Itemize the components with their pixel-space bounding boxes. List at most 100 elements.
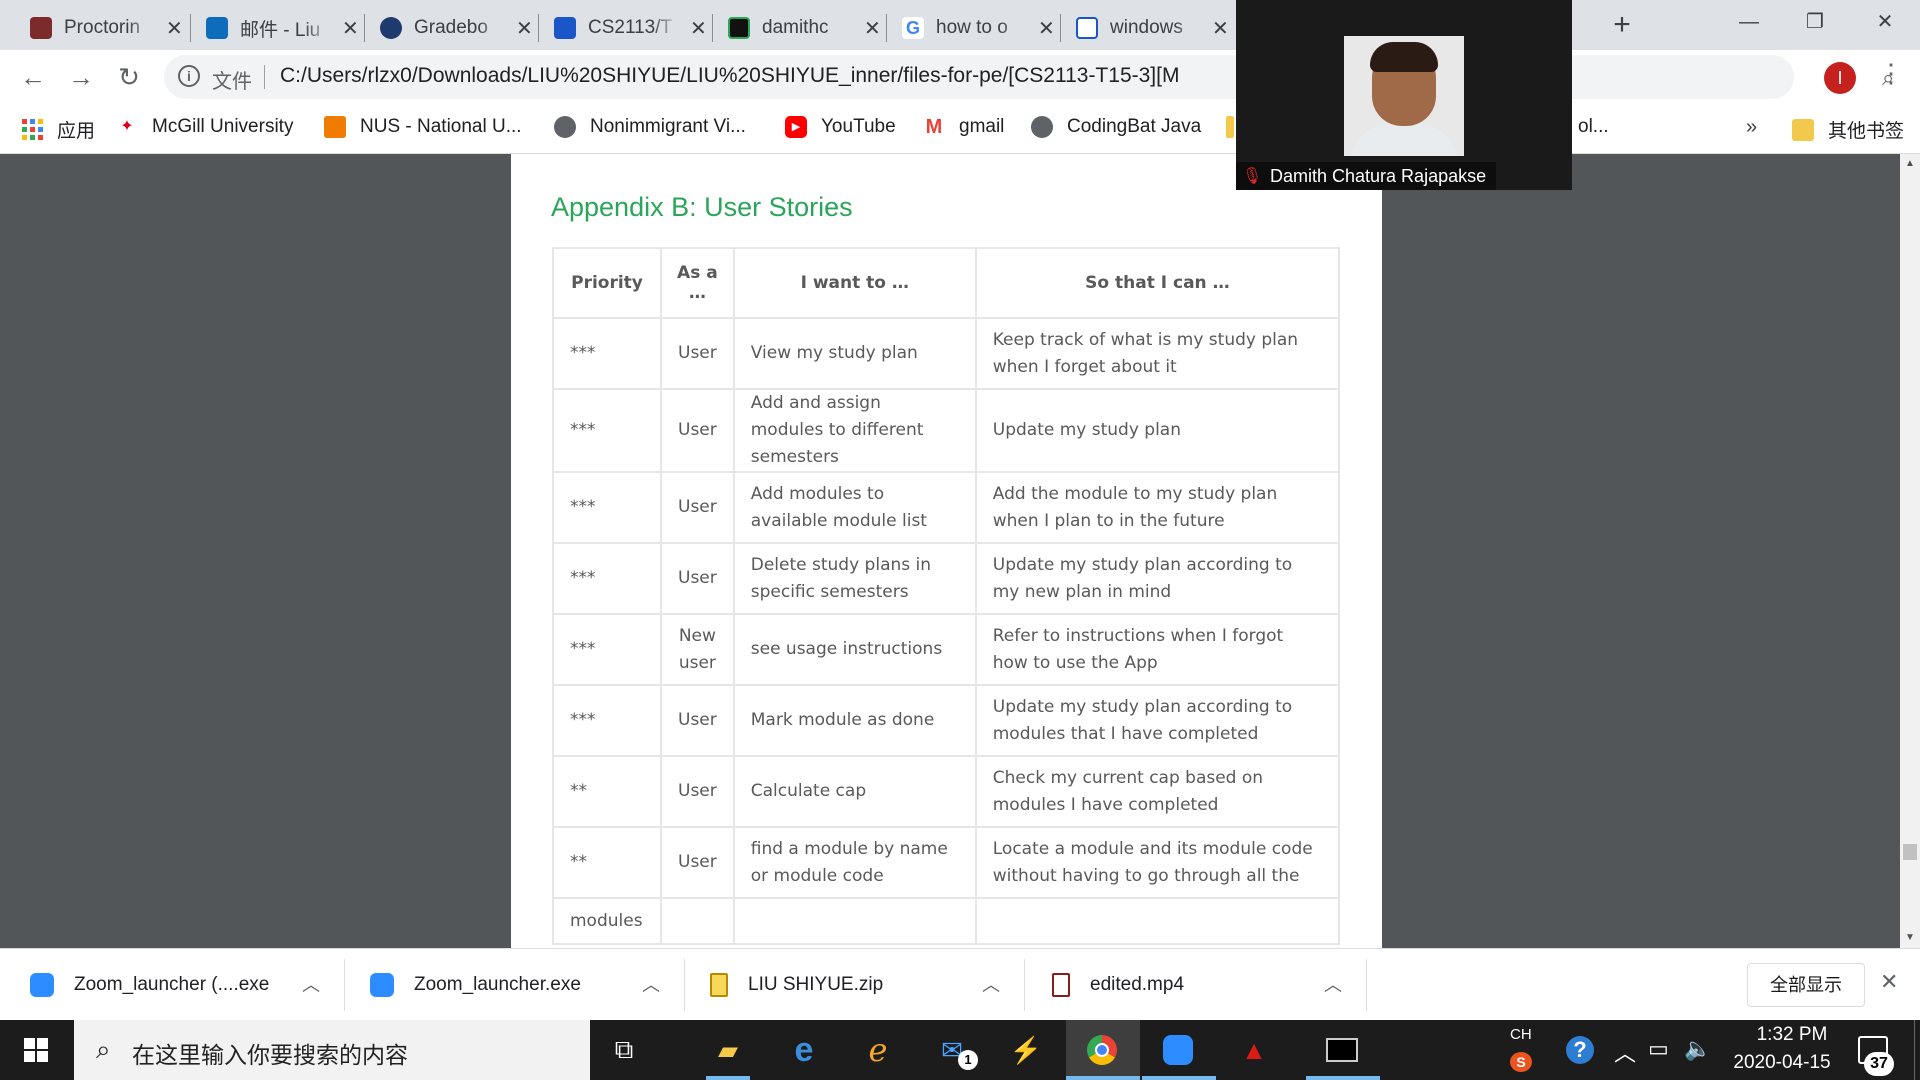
close-icon[interactable]: ✕ — [516, 16, 533, 41]
kebab-menu-icon[interactable]: ⋮ — [1878, 58, 1904, 89]
youtube-icon: ▶ — [785, 116, 807, 138]
priority-cell: ** — [552, 826, 662, 899]
show-all-downloads-button[interactable]: 全部显示 — [1747, 963, 1865, 1007]
bookmark-youtube[interactable]: ▶ YouTube — [785, 116, 896, 138]
chevron-up-icon[interactable]: ︿ — [982, 971, 1000, 997]
window-close-button[interactable]: ✕ — [1852, 0, 1918, 44]
notification-count: 37 — [1864, 1052, 1894, 1076]
clock-date[interactable]: 2020-04-15 — [1722, 1052, 1842, 1074]
graduation-cap-icon — [554, 17, 576, 39]
angular-icon[interactable]: ▲ — [1234, 1030, 1274, 1070]
bookmark-codingbat[interactable]: CodingBat Java — [1031, 116, 1201, 138]
benefit-cell: Add the module to my study plan when I p… — [974, 471, 1341, 544]
tab-divider — [364, 14, 365, 42]
start-button[interactable] — [0, 1020, 72, 1080]
close-icon[interactable]: ✕ — [690, 16, 707, 41]
volume-icon[interactable]: 🔈 — [1684, 1036, 1711, 1062]
visual-studio-icon[interactable]: ⚡ — [1006, 1030, 1046, 1070]
terminal-icon[interactable] — [1322, 1030, 1362, 1070]
close-icon[interactable]: ✕ — [342, 16, 359, 41]
priority-cell: *** — [552, 542, 662, 615]
vertical-scrollbar[interactable]: ▲ ▼ — [1900, 154, 1920, 948]
search-placeholder[interactable]: 在这里输入你要搜索的内容 — [132, 1036, 408, 1070]
tab-label: Gradebo — [414, 17, 488, 38]
zoom-app-icon[interactable] — [1158, 1030, 1198, 1070]
bookmark-label: 其他书签 — [1828, 121, 1905, 142]
edge-icon[interactable]: e — [784, 1030, 824, 1070]
chevron-up-icon[interactable]: ︿ — [642, 971, 660, 997]
tab-cs2113[interactable]: CS2113/T ✕ — [540, 6, 721, 50]
zoom-video-overlay[interactable]: 🎙 Damith Chatura Rajapakse — [1236, 0, 1572, 190]
bookmark-apps[interactable]: 应用 — [22, 116, 95, 143]
chrome-icon[interactable] — [1082, 1030, 1122, 1070]
chevron-up-icon[interactable]: ︿ — [302, 971, 320, 997]
priority-cell: modules — [552, 897, 662, 945]
close-icon[interactable]: ✕ — [1038, 16, 1055, 41]
close-icon[interactable]: ✕ — [1212, 16, 1229, 41]
tab-proctoring[interactable]: Proctorin ✕ — [16, 6, 197, 50]
column-header-priority: Priority — [552, 247, 662, 319]
tab-gradebook[interactable]: Gradebo ✕ — [366, 6, 547, 50]
other-bookmarks-folder[interactable]: 其他书签 — [1792, 116, 1904, 143]
taskbar-search[interactable]: ⌕ 在这里输入你要搜索的内容 — [74, 1020, 590, 1080]
reload-button[interactable]: ↻ — [110, 58, 148, 96]
want-cell: Calculate cap — [732, 755, 977, 828]
want-cell: Delete study plans in specific semesters — [732, 542, 977, 615]
chevron-up-icon[interactable]: ︿ — [1614, 1036, 1636, 1068]
bookmark-nus[interactable]: NUS - National U... — [324, 116, 522, 138]
forward-button[interactable]: → — [62, 58, 100, 96]
want-cell: View my study plan — [732, 317, 977, 390]
participant-hair — [1370, 42, 1438, 72]
download-item[interactable]: Zoom_launcher.exe ︿ — [370, 949, 670, 1021]
download-divider — [1366, 959, 1367, 1011]
url-text[interactable]: C:/Users/rlzx0/Downloads/LIU%20SHIYUE/LI… — [280, 64, 1179, 88]
bookmarks-bar: 应用 ✦ McGill University NUS - National U.… — [0, 106, 1920, 154]
tab-mail[interactable]: 邮件 - Liu ✕ — [192, 6, 373, 50]
bookmark-gmail[interactable]: M gmail — [923, 116, 1005, 138]
bookmark-label: Nonimmigrant Vi... — [590, 116, 746, 137]
restore-button[interactable]: ❐ — [1782, 0, 1848, 44]
battery-icon[interactable]: ▭ — [1648, 1036, 1669, 1062]
running-indicator — [1306, 1076, 1380, 1080]
show-desktop-button[interactable] — [1914, 1020, 1920, 1080]
help-icon[interactable]: ? — [1566, 1036, 1594, 1064]
scroll-down-arrow-icon[interactable]: ▼ — [1905, 932, 1915, 943]
file-explorer-icon[interactable]: ▰ — [708, 1030, 748, 1070]
download-item[interactable]: Zoom_launcher (....exe ︿ — [30, 949, 330, 1021]
tab-google-search[interactable]: G how to o ✕ — [888, 6, 1069, 50]
sogou-ime-icon[interactable]: S — [1510, 1052, 1532, 1072]
downloads-bar: Zoom_launcher (....exe ︿ Zoom_launcher.e… — [0, 948, 1920, 1020]
scrollbar-thumb[interactable] — [1903, 844, 1917, 860]
bookmark-mcgill[interactable]: ✦ McGill University — [116, 116, 293, 138]
role-cell: User — [660, 471, 735, 544]
download-item[interactable]: LIU SHIYUE.zip ︿ — [710, 949, 1010, 1021]
task-view-icon[interactable]: ⧉ — [604, 1030, 644, 1070]
new-tab-button[interactable]: + — [1604, 8, 1640, 44]
clock-time[interactable]: 1:32 PM — [1742, 1024, 1842, 1046]
search-icon: ⌕ — [96, 1034, 111, 1064]
mcgill-icon: ✦ — [120, 118, 134, 135]
mail-badge: 1 — [958, 1050, 978, 1070]
pdf-viewer[interactable]: Appendix B: User Stories Priority As a …… — [0, 154, 1920, 948]
tab-damithc[interactable]: damithc ✕ — [714, 6, 895, 50]
close-icon[interactable]: ✕ — [864, 16, 881, 41]
chevron-up-icon[interactable]: ︿ — [1324, 971, 1342, 997]
tab-label: damithc — [762, 17, 829, 38]
back-button[interactable]: ← — [14, 58, 52, 96]
tab-divider — [190, 14, 191, 42]
want-cell — [732, 897, 977, 945]
profile-avatar[interactable]: I — [1824, 62, 1856, 94]
tab-windows[interactable]: windows ✕ — [1062, 6, 1243, 50]
bookmark-nonimmigrant-visa[interactable]: Nonimmigrant Vi... — [554, 116, 746, 138]
benefit-cell: Update my study plan according to module… — [974, 684, 1341, 757]
ie-browser-icon[interactable]: ℯ — [858, 1030, 898, 1070]
input-language[interactable]: CH — [1510, 1026, 1532, 1043]
info-icon[interactable]: i — [178, 65, 200, 87]
scroll-up-arrow-icon[interactable]: ▲ — [1905, 158, 1915, 169]
bookmarks-overflow-button[interactable]: » — [1746, 116, 1757, 139]
close-downloads-icon[interactable]: ✕ — [1880, 969, 1898, 995]
table-row: ** User find a module by name or module … — [552, 826, 1341, 899]
download-item[interactable]: edited.mp4 ︿ — [1052, 949, 1352, 1021]
minimize-button[interactable]: — — [1716, 0, 1782, 44]
close-icon[interactable]: ✕ — [166, 16, 183, 41]
